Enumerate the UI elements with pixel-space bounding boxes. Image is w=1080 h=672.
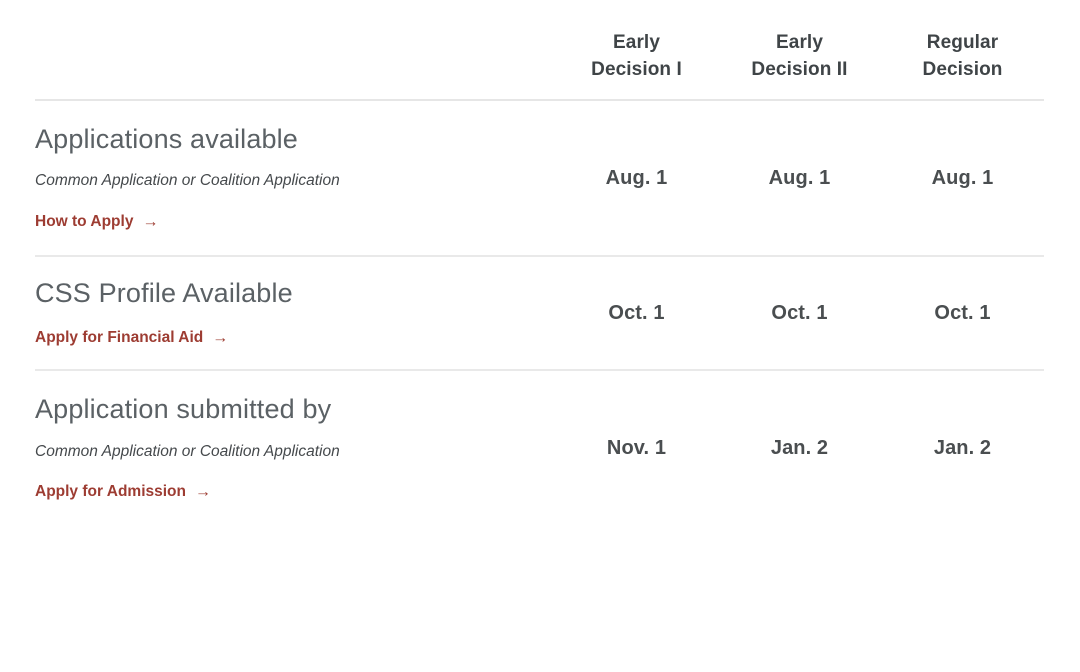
table-row: CSS Profile Available Apply for Financia… <box>35 256 1044 372</box>
column-header-regular-decision: Regular Decision <box>881 0 1044 101</box>
row-title: CSS Profile Available <box>35 278 293 309</box>
row-title: Application submitted by <box>35 394 332 425</box>
row-label-cell: Application submitted by Common Applicat… <box>35 370 555 525</box>
row-date-rd: Jan. 2 <box>933 437 992 460</box>
row-date-ed2: Oct. 1 <box>718 256 881 372</box>
arrow-right-icon: → <box>212 329 229 347</box>
row-subtitle: Common Application or Coalition Applicat… <box>35 172 340 190</box>
row-date-rd: Aug. 1 <box>881 100 1044 258</box>
column-header-line-1: Early <box>776 32 823 54</box>
row-subtitle: Common Application or Coalition Applicat… <box>35 442 340 460</box>
row-date-ed2: Aug. 1 <box>718 100 881 258</box>
column-header-line-1: Early <box>613 32 660 54</box>
row-date-ed1: Nov. 1 <box>606 437 667 460</box>
admission-deadlines-table: Early Decision I Early Decision II Regul… <box>35 0 1044 526</box>
table-body: Applications available Common Applicatio… <box>35 100 1044 526</box>
row-label-cell: Applications available Common Applicatio… <box>35 100 555 258</box>
row-date-ed2: Jan. 2 <box>770 437 829 460</box>
arrow-right-icon: → <box>142 213 159 231</box>
row-date-rd: Oct. 1 <box>881 256 1044 372</box>
column-header-line-2: Decision I <box>591 59 682 81</box>
header-blank-cell <box>35 0 555 101</box>
how-to-apply-link[interactable]: How to Apply → <box>35 212 158 232</box>
row-label-cell: CSS Profile Available Apply for Financia… <box>35 256 555 372</box>
arrow-right-icon: → <box>195 483 211 501</box>
apply-for-financial-aid-link[interactable]: Apply for Financial Aid → <box>35 328 228 348</box>
row-title: Applications available <box>35 124 298 154</box>
column-header-early-decision-1: Early Decision I <box>555 0 718 101</box>
row-date-ed1: Oct. 1 <box>555 256 718 372</box>
column-header-early-decision-2: Early Decision II <box>718 0 881 101</box>
column-header-line-2: Decision <box>922 59 1003 81</box>
table-row: Applications available Common Applicatio… <box>35 100 1044 258</box>
link-label: Apply for Admission <box>35 483 186 501</box>
table-header: Early Decision I Early Decision II Regul… <box>35 0 1044 101</box>
apply-for-admission-link[interactable]: Apply for Admission → <box>35 482 211 502</box>
link-label: Apply for Financial Aid <box>35 328 204 346</box>
column-header-line-2: Decision II <box>751 59 848 81</box>
link-label: How to Apply <box>35 212 134 230</box>
row-date-ed1: Aug. 1 <box>555 100 718 258</box>
table-row: Application submitted by Common Applicat… <box>35 370 1044 525</box>
column-header-line-1: Regular <box>926 32 999 54</box>
